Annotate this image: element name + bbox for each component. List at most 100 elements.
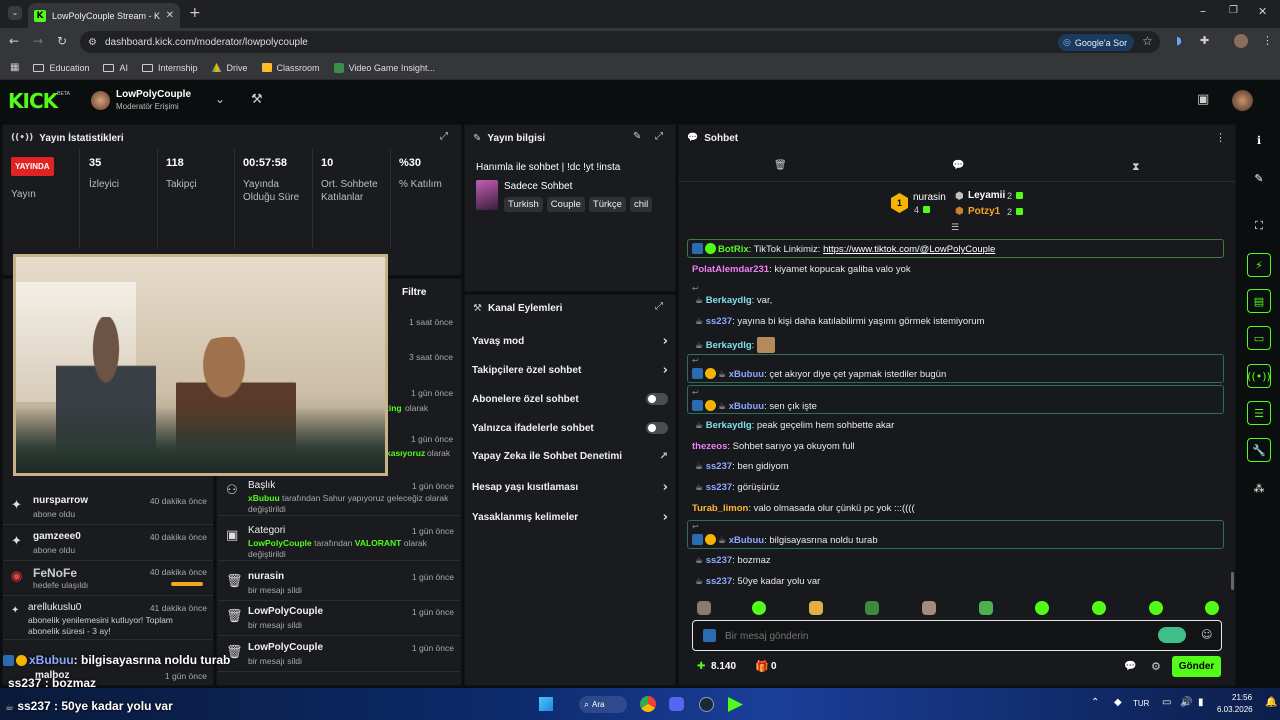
- username[interactable]: Berkaydlg: [706, 295, 752, 306]
- chat-icon[interactable]: 💬: [952, 160, 964, 171]
- minimize-icon[interactable]: –: [1200, 4, 1206, 18]
- volume-icon[interactable]: 🔊: [1180, 697, 1192, 708]
- emote-button[interactable]: [1035, 601, 1049, 615]
- expand-icon[interactable]: ⤢: [655, 131, 663, 142]
- chat-message-input[interactable]: [725, 627, 1125, 645]
- wrench-icon[interactable]: 🔧: [1247, 438, 1271, 462]
- expand-icon[interactable]: ⤢: [440, 131, 448, 142]
- pencil-icon[interactable]: ✎: [1247, 166, 1271, 190]
- emote-button[interactable]: [1092, 601, 1106, 615]
- username[interactable]: ss237: [706, 461, 732, 472]
- category-name[interactable]: Sadece Sohbet: [504, 181, 572, 192]
- send-button[interactable]: Gönder: [1172, 656, 1221, 677]
- emote-button[interactable]: [922, 601, 936, 615]
- chat-menu-icon[interactable]: ⋮: [1215, 131, 1226, 144]
- emote-button[interactable]: [809, 601, 823, 615]
- search-box[interactable]: ⌕ Ara: [579, 696, 627, 713]
- smiley-icon[interactable]: ☺: [1201, 628, 1212, 641]
- leader-first-name[interactable]: nurasin: [913, 192, 946, 203]
- leader-third-name[interactable]: Potzy1: [968, 206, 1000, 217]
- collapse-icon[interactable]: ☰: [951, 223, 959, 233]
- user-name[interactable]: gamzeee0: [33, 531, 81, 542]
- bookmark-video-game[interactable]: Video Game Insight...: [333, 62, 435, 73]
- user-name[interactable]: nursparrow: [33, 495, 88, 506]
- new-tab-icon[interactable]: +: [189, 5, 201, 21]
- tag[interactable]: chil: [629, 197, 653, 212]
- bookmark-star-icon[interactable]: ☆: [1142, 34, 1153, 48]
- account-age-row[interactable]: Hesap yaşı kısıtlaması ›: [472, 480, 668, 495]
- followers-only-row[interactable]: Takipçilere özel sohbet ›: [472, 363, 668, 378]
- trash-icon[interactable]: 🗑: [774, 160, 787, 171]
- slow-mode-row[interactable]: Yavaş mod ›: [472, 334, 668, 349]
- emotes-only-toggle[interactable]: [646, 422, 668, 434]
- bookmark-drive[interactable]: Drive: [211, 63, 248, 73]
- tag[interactable]: Couple: [546, 197, 585, 212]
- username[interactable]: PolatAlemdar231: [692, 264, 769, 275]
- ai-moderation-row[interactable]: Yapay Zeka ile Sohbet Denetimi ↗: [472, 451, 668, 462]
- subscribers-only-toggle[interactable]: [646, 393, 668, 405]
- emote-picker-icon[interactable]: [1158, 627, 1186, 643]
- broadcast-icon[interactable]: ((•)): [1247, 364, 1271, 388]
- maximize-icon[interactable]: ❐: [1229, 5, 1238, 16]
- tag[interactable]: Türkçe: [588, 197, 626, 212]
- user-name[interactable]: FeNoFe: [33, 566, 77, 580]
- clock-date[interactable]: 6.03.2026: [1217, 705, 1253, 714]
- bookmark-ai[interactable]: AI: [103, 63, 128, 73]
- user-name[interactable]: LowPolyCouple: [248, 606, 323, 617]
- username[interactable]: Turab_limon: [692, 503, 748, 514]
- user-name[interactable]: arellukuslu0: [28, 602, 81, 613]
- network-icon[interactable]: ▭: [1162, 697, 1171, 708]
- bookmark-classroom[interactable]: Classroom: [261, 63, 320, 73]
- username[interactable]: xBubuu: [729, 535, 764, 546]
- google-ask-button[interactable]: ◎ Google'a Sor: [1058, 34, 1134, 51]
- banned-words-row[interactable]: Yasaklanmış kelimeler ›: [472, 510, 668, 525]
- steam-taskbar-icon[interactable]: [699, 697, 714, 712]
- extension-icon[interactable]: ◗: [1176, 34, 1182, 47]
- user-name[interactable]: xBubuu: [248, 493, 280, 503]
- browser-menu-icon[interactable]: ⋮: [1262, 34, 1273, 47]
- chat-sidebar-icon[interactable]: ▭: [1247, 326, 1271, 350]
- site-info-icon[interactable]: ⚙: [88, 37, 97, 48]
- notification-icon[interactable]: 🔔: [1265, 697, 1277, 708]
- channel-avatar[interactable]: [91, 91, 110, 110]
- username[interactable]: BotRix: [718, 244, 749, 255]
- username[interactable]: xBubuu: [729, 369, 764, 380]
- stream-icon[interactable]: ▣: [1197, 92, 1209, 107]
- document-icon[interactable]: ▤: [1247, 289, 1271, 313]
- tab-list-icon[interactable]: ⌄: [8, 6, 22, 20]
- tray-chevron-icon[interactable]: ⌃: [1091, 697, 1099, 708]
- app-taskbar-icon[interactable]: [728, 697, 743, 712]
- language-indicator[interactable]: TUR: [1133, 699, 1149, 708]
- chrome-taskbar-icon[interactable]: [640, 696, 656, 712]
- emote-button[interactable]: [697, 601, 711, 615]
- bookmark-education[interactable]: Education: [33, 63, 89, 73]
- chat-input-box[interactable]: ☺: [692, 620, 1222, 651]
- username[interactable]: ss237: [706, 482, 732, 493]
- emote-button[interactable]: [1205, 601, 1219, 615]
- stack-icon[interactable]: ☰: [1247, 401, 1271, 425]
- settings-gear-icon[interactable]: ⚙: [1151, 660, 1161, 673]
- expand-icon[interactable]: ⤢: [655, 301, 663, 312]
- username[interactable]: ss237: [706, 555, 732, 566]
- channel-dropdown-icon[interactable]: ⌄: [215, 92, 225, 106]
- profile-avatar[interactable]: [1234, 34, 1248, 48]
- lightning-icon[interactable]: ⚡: [1247, 253, 1271, 277]
- info-icon[interactable]: ℹ: [1247, 128, 1271, 152]
- back-icon[interactable]: ←: [9, 34, 19, 48]
- chat-scrollbar[interactable]: [1231, 572, 1234, 590]
- battery-icon[interactable]: ▮: [1198, 697, 1204, 708]
- username[interactable]: xBubuu: [729, 401, 764, 412]
- username[interactable]: ss237: [706, 316, 732, 327]
- hourglass-icon[interactable]: ⧗: [1132, 160, 1140, 174]
- user-name[interactable]: LowPolyCouple: [248, 642, 323, 653]
- url-field[interactable]: ⚙ dashboard.kick.com/moderator/lowpolyco…: [80, 31, 1160, 53]
- emote-button[interactable]: [979, 601, 993, 615]
- message-link[interactable]: https://www.tiktok.com/@LowPolyCouple: [823, 244, 995, 255]
- reload-icon[interactable]: ↻: [57, 34, 67, 48]
- bookmark-internship[interactable]: Internship: [142, 63, 198, 73]
- username[interactable]: ss237: [706, 576, 732, 587]
- filter-button[interactable]: Filtre: [402, 287, 426, 298]
- extensions-puzzle-icon[interactable]: ✚: [1200, 34, 1209, 47]
- edit-icon[interactable]: ✎: [633, 131, 641, 142]
- emote-button[interactable]: [1149, 601, 1163, 615]
